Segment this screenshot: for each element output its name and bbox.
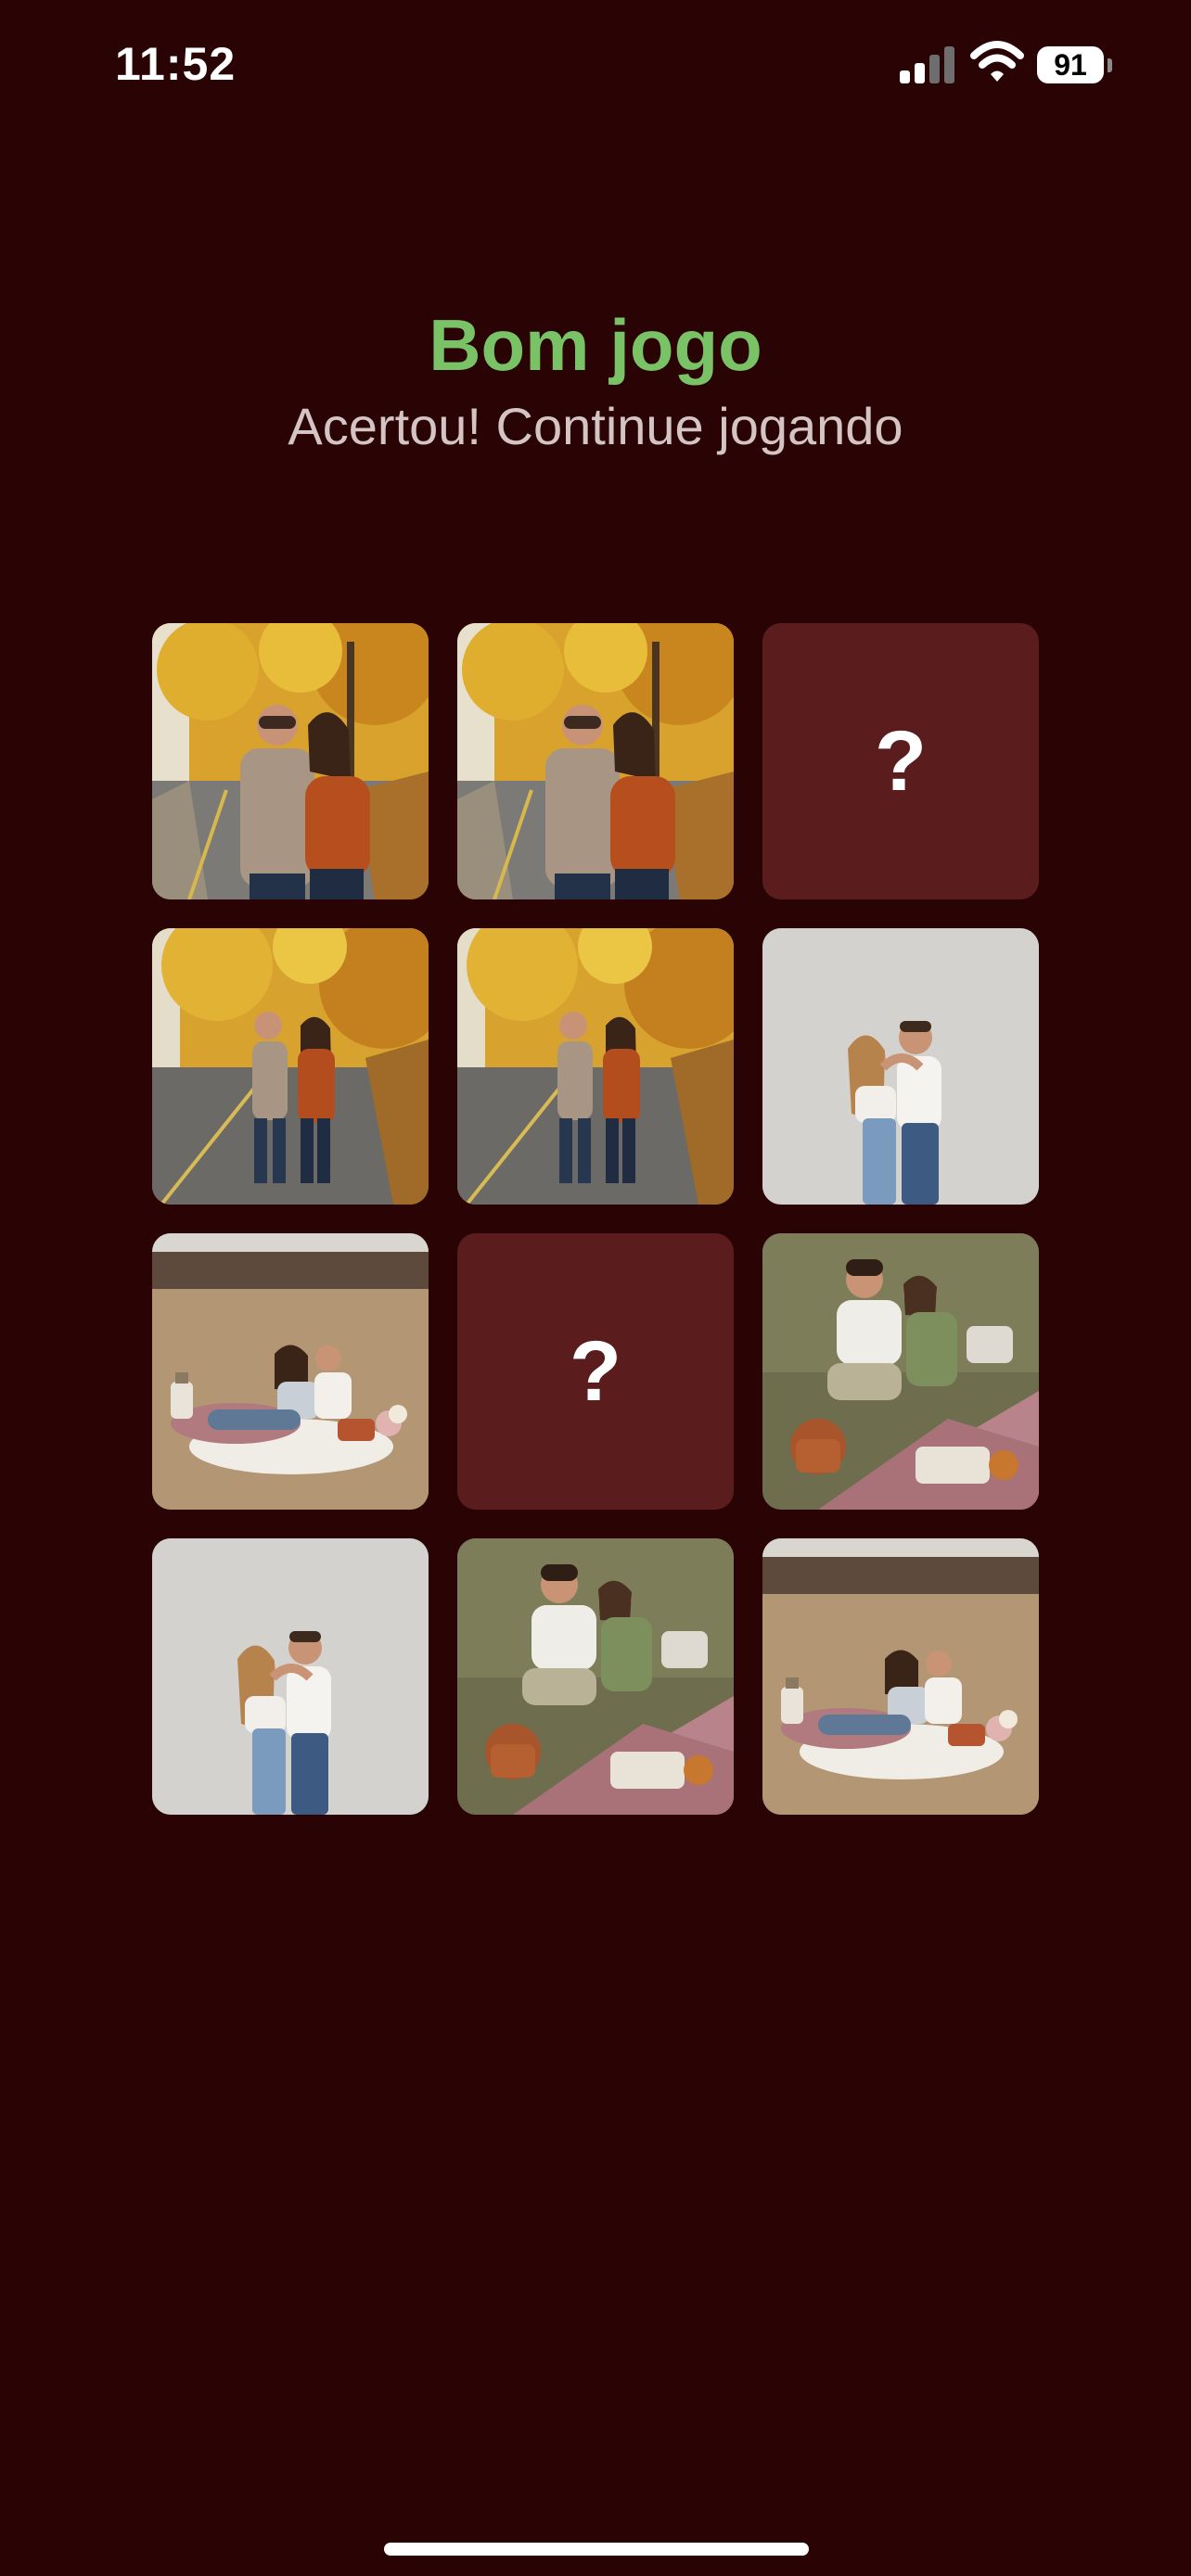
card-photo [152,928,429,1205]
card-revealed[interactable] [457,623,734,899]
page-title: Bom jogo [429,304,762,386]
card-photo [457,1538,734,1815]
card-hidden[interactable]: ? [762,623,1039,899]
signal-icon [900,46,954,83]
card-photo [152,1233,429,1510]
card-revealed[interactable] [152,928,429,1205]
card-photo [457,928,734,1205]
card-photo [762,928,1039,1205]
status-message: Acertou! Continue jogando [288,397,903,455]
home-indicator[interactable] [384,2543,809,2556]
card-photo [762,1538,1039,1815]
card-revealed[interactable] [152,1538,429,1815]
card-photo [152,623,429,899]
card-photo [762,1233,1039,1510]
card-photo [152,1538,429,1815]
status-time: 11:52 [115,38,237,90]
card-revealed[interactable] [762,1233,1039,1510]
wifi-icon [970,41,1024,82]
battery-level: 91 [1037,46,1104,83]
card-revealed[interactable] [457,1538,734,1815]
card-hidden[interactable]: ? [457,1233,734,1510]
card-revealed[interactable] [762,928,1039,1205]
card-revealed[interactable] [762,1538,1039,1815]
battery-icon: 91 [1037,46,1113,85]
card-revealed[interactable] [152,623,429,899]
question-mark: ? [569,1323,622,1419]
battery-tip [1108,58,1112,72]
card-revealed[interactable] [152,1233,429,1510]
card-revealed[interactable] [457,928,734,1205]
status-bar: 11:52 91 [0,0,1191,130]
card-photo [457,623,734,899]
card-grid: ? ? [152,623,1039,1815]
question-mark: ? [874,713,928,809]
